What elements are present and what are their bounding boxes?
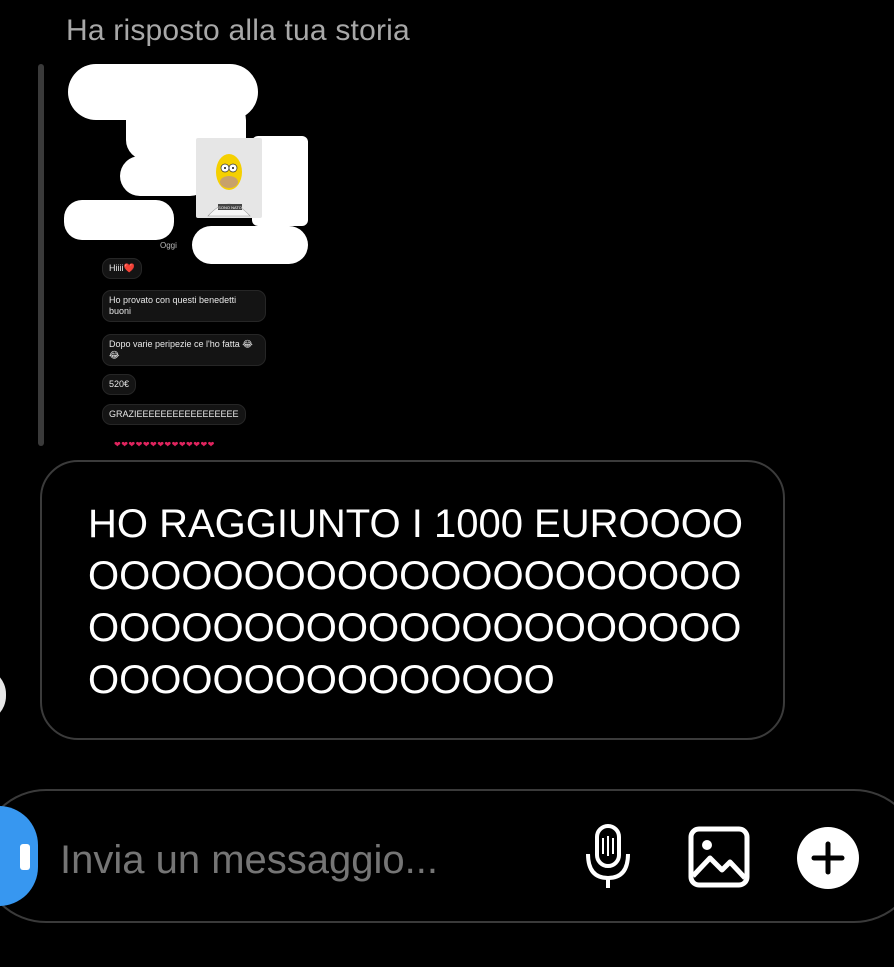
story-date: Oggi xyxy=(160,241,177,250)
camera-icon xyxy=(20,844,30,870)
story-reply-label: Ha risposto alla tua storia xyxy=(66,14,410,47)
story-message: Ho provato con questi benedetti buoni xyxy=(102,290,266,322)
message-bubble[interactable]: HO RAGGIUNTO I 1000 EUROOOOOOOOOOOOOOOOO… xyxy=(40,460,785,740)
avatar[interactable] xyxy=(0,668,6,722)
message-input[interactable] xyxy=(60,838,560,883)
plus-icon[interactable] xyxy=(796,826,860,890)
microphone-icon[interactable] xyxy=(582,822,634,892)
gallery-icon[interactable] xyxy=(688,826,750,888)
message-text: HO RAGGIUNTO I 1000 EUROOOOOOOOOOOOOOOOO… xyxy=(88,502,743,702)
story-message: 520€ xyxy=(102,374,137,395)
redaction-mark xyxy=(64,200,174,240)
quote-bar xyxy=(38,64,44,446)
sticker-image: SONO NATO xyxy=(196,138,262,218)
story-message: Hiiii❤️ xyxy=(102,258,142,279)
sticker-caption: SONO NATO xyxy=(218,205,242,210)
story-message: GRAZIEEEEEEEEEEEEEEEEE xyxy=(102,404,246,425)
story-hearts: ❤❤❤❤❤❤❤❤❤❤❤❤❤❤ xyxy=(114,440,215,449)
redaction-mark xyxy=(192,226,308,264)
story-preview[interactable]: SONO NATO Oggi Hiiii❤️ Ho provato con qu… xyxy=(62,60,312,450)
homer-sticker-icon: SONO NATO xyxy=(207,154,251,217)
story-message: Dopo varie peripezie ce l'ho fatta 😂😂 xyxy=(102,334,266,366)
